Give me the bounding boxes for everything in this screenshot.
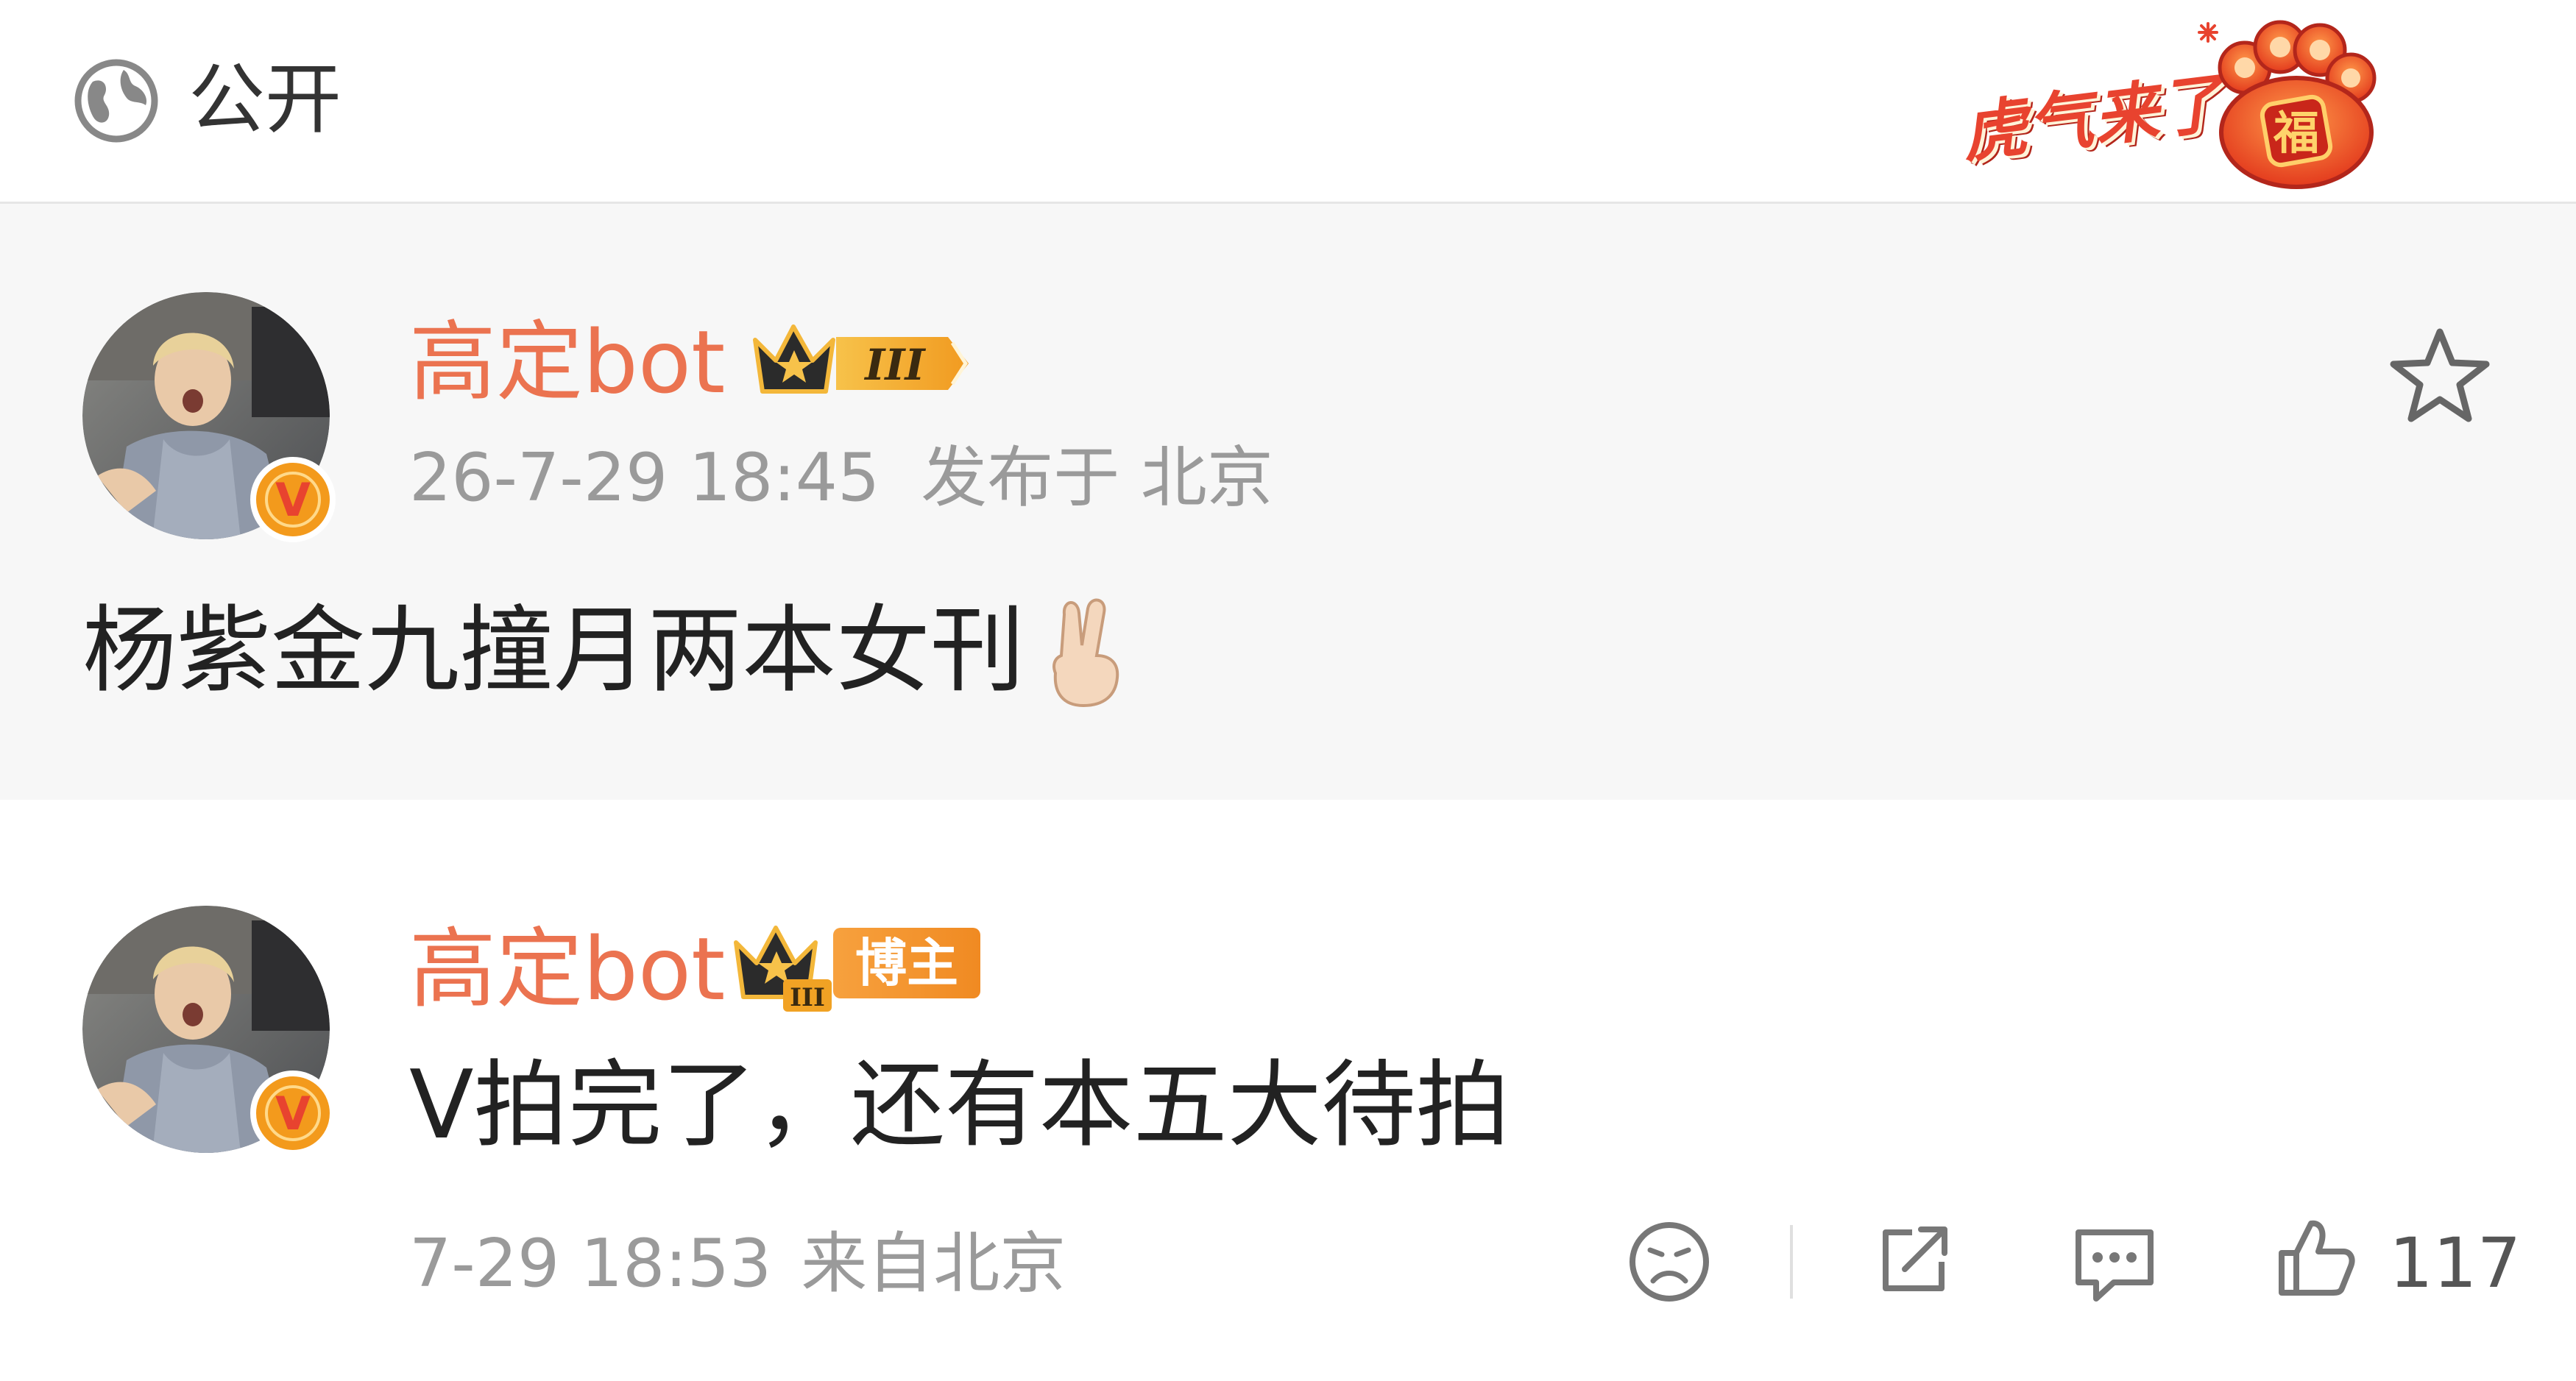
share-icon[interactable]: [1869, 1216, 1958, 1304]
festive-banner-text: 虎气来了: [1957, 64, 2230, 172]
blogger-badge: 博主: [833, 928, 980, 998]
sad-face-icon[interactable]: [1625, 1218, 1713, 1306]
festive-banner[interactable]: 虎气来了 福: [1950, 9, 2392, 193]
like-count: 117: [2389, 1224, 2522, 1304]
comment: V 高定bot III 博主 V拍完了，还有本五大待拍 7-29 18:53 来自…: [0, 800, 2576, 1381]
tiger-paw-icon: 福: [2198, 20, 2377, 189]
verified-mark: V: [275, 1087, 311, 1140]
star-icon[interactable]: [2385, 322, 2495, 432]
peace-hand-emoji-icon: [1052, 598, 1119, 708]
festive-paw-char: 福: [2273, 106, 2319, 160]
post-text: 杨紫金九撞月两本女刊: [82, 592, 1132, 710]
post-username[interactable]: 高定bot: [409, 310, 725, 413]
comment-text: V拍完了，还有本五大待拍: [409, 1051, 1510, 1160]
thumbs-up-icon[interactable]: [2270, 1213, 2358, 1302]
post-timestamp: 26-7-29 18:45: [409, 439, 880, 516]
verified-badge-icon: V: [250, 1071, 336, 1156]
verified-mark: V: [275, 473, 311, 527]
comment-username[interactable]: 高定bot: [409, 917, 725, 1020]
post-meta: 26-7-29 18:45 发布于 北京: [409, 438, 1273, 519]
comment-avatar[interactable]: V: [82, 906, 336, 1156]
member-level-badge[interactable]: III: [729, 917, 839, 1013]
comment-timestamp: 7-29 18:53: [409, 1225, 772, 1302]
post-body: 杨紫金九撞月两本女刊: [82, 596, 1025, 706]
top-bar: 公开 虎气来了 福: [0, 0, 2576, 204]
comment-bubble-icon[interactable]: [2067, 1218, 2162, 1306]
avatar[interactable]: V: [82, 292, 336, 542]
member-level-badge[interactable]: III: [748, 318, 976, 406]
globe-icon[interactable]: [72, 57, 160, 145]
visibility-label[interactable]: 公开: [188, 52, 342, 147]
comment-meta: 7-29 18:53 来自北京: [409, 1224, 1066, 1304]
comment-location: 来自北京: [801, 1225, 1066, 1302]
weibo-post: V 高定bot III 26-7-29 18:45 发布于 北京 杨紫金九撞月两本…: [0, 204, 2576, 800]
post-location: 发布于 北京: [921, 439, 1273, 516]
level-numeral: III: [790, 983, 825, 1012]
level-numeral: III: [863, 340, 926, 390]
action-divider: [1790, 1225, 1793, 1299]
verified-badge-icon: V: [250, 457, 336, 542]
